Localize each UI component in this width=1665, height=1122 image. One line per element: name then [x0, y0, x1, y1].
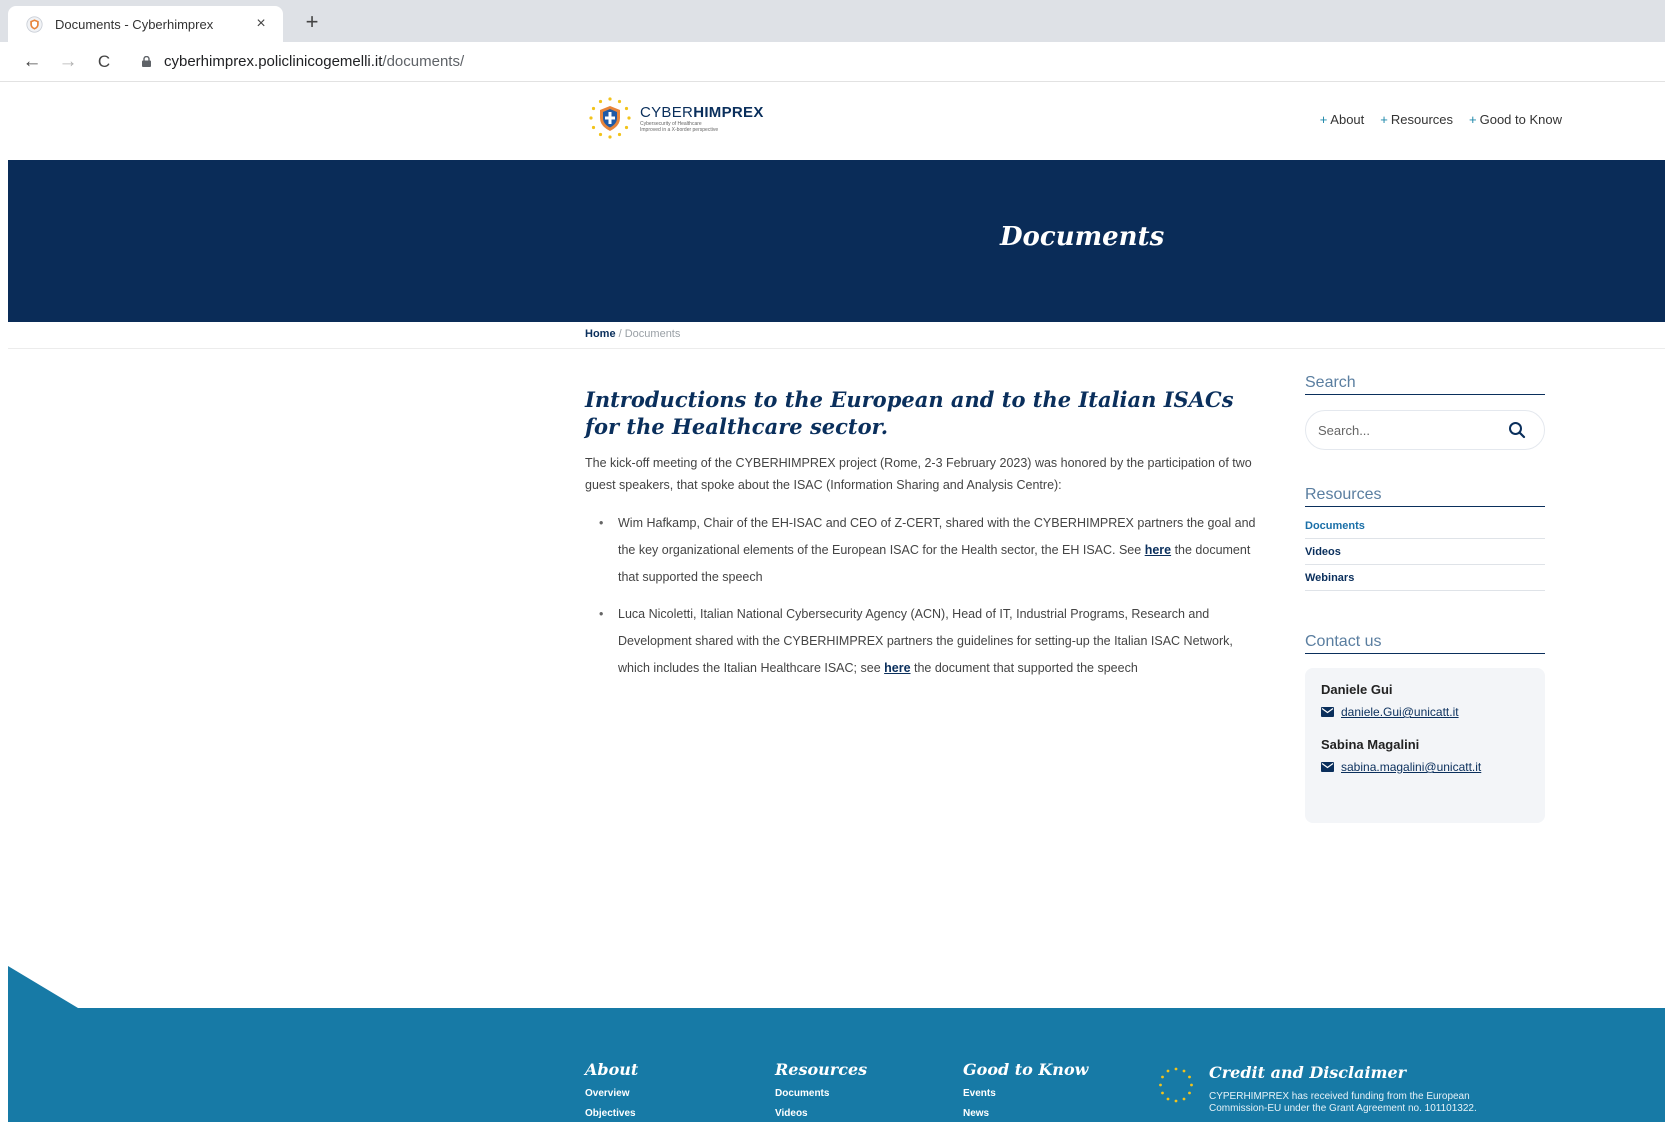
breadcrumb: Home / Documents [585, 328, 680, 340]
page-title: Documents [1000, 222, 1165, 252]
url-path: /documents/ [382, 53, 465, 70]
footer-good-to-know-title: Good to Know [963, 1060, 1089, 1079]
logo-text: CYBERHIMPREX Cybersecurity of Healthcare… [640, 104, 764, 133]
browser-tab-bar: Documents - Cyberhimprex × + [0, 0, 1665, 42]
footer-link-videos[interactable]: Videos [775, 1108, 867, 1119]
article-title: Introductions to the European and to the… [585, 387, 1234, 439]
site-header: CYBERHIMPREX Cybersecurity of Healthcare… [8, 82, 1665, 160]
nav-about[interactable]: + About [1320, 112, 1365, 127]
eu-stars-icon [1159, 1067, 1193, 1103]
forward-arrow-icon[interactable]: → [56, 50, 80, 74]
contact-name: Sabina Magalini [1321, 737, 1420, 752]
search-heading: Search [1305, 374, 1545, 395]
search-box [1305, 410, 1545, 450]
address-bar[interactable]: cyberhimprex.policlinicogemelli.it/docum… [164, 53, 464, 70]
resource-link-videos[interactable]: Videos [1305, 539, 1545, 565]
sidebar: Search Resources Documents Videos Webina… [1305, 374, 1545, 823]
contact-email-row: daniele.Gui@unicatt.it [1321, 705, 1529, 719]
envelope-icon [1321, 762, 1334, 772]
hero-banner: Documents [8, 160, 1665, 322]
search-input[interactable] [1318, 422, 1468, 438]
contact-name: Daniele Gui [1321, 682, 1393, 697]
main-content: Introductions to the European and to the… [585, 386, 1265, 692]
article-bullet-list: Wim Hafkamp, Chair of the EH-ISAC and CE… [585, 510, 1265, 682]
top-navigation: + About + Resources + Good to Know [1320, 112, 1562, 127]
url-host: cyberhimprex.policlinicogemelli.it [164, 53, 383, 70]
envelope-icon [1321, 707, 1334, 717]
list-item: Wim Hafkamp, Chair of the EH-ISAC and CE… [595, 510, 1265, 591]
footer-link-documents[interactable]: Documents [775, 1088, 867, 1099]
credit-title: Credit and Disclaimer [1209, 1063, 1407, 1082]
footer-resources-column: Resources Documents Videos [775, 1060, 867, 1119]
site-logo[interactable]: CYBERHIMPREX Cybersecurity of Healthcare… [586, 94, 764, 142]
contact-heading: Contact us [1305, 633, 1545, 654]
here-link[interactable]: here [1145, 543, 1171, 557]
nav-resources[interactable]: + Resources [1380, 112, 1453, 127]
credit-disclaimer: Credit and Disclaimer CYPERHIMPREX has r… [1209, 1063, 1529, 1115]
contact-email-link[interactable]: daniele.Gui@unicatt.it [1341, 705, 1459, 719]
close-tab-icon[interactable]: × [251, 15, 271, 33]
footer-link-news[interactable]: News [963, 1108, 1088, 1119]
breadcrumb-separator: / [615, 328, 625, 340]
new-tab-icon[interactable]: + [300, 10, 324, 34]
resources-list: Documents Videos Webinars [1305, 513, 1545, 591]
logo-name: CYBERHIMPREX [640, 103, 764, 121]
back-arrow-icon[interactable]: ← [20, 50, 44, 74]
browser-toolbar: ← → C cyberhimprex.policlinicogemelli.it… [0, 42, 1665, 82]
here-link[interactable]: here [884, 661, 910, 675]
contact-email-row: sabina.magalini@unicatt.it [1321, 760, 1529, 774]
breadcrumb-current: Documents [624, 328, 681, 340]
site-footer: About Overview Objectives Resources Docu… [8, 1008, 1665, 1122]
footer-corner-shape [8, 966, 78, 1008]
footer-about-column: About Overview Objectives [585, 1060, 638, 1119]
tab-title: Documents - Cyberhimprex [55, 16, 214, 32]
lock-icon [142, 56, 151, 67]
footer-link-objectives[interactable]: Objectives [585, 1108, 638, 1119]
nav-good-to-know[interactable]: + Good to Know [1469, 112, 1562, 127]
contact-email-link[interactable]: sabina.magalini@unicatt.it [1341, 760, 1481, 774]
resources-heading: Resources [1305, 486, 1545, 507]
credit-text: CYPERHIMPREX has received funding from t… [1209, 1091, 1477, 1114]
footer-resources-title: Resources [775, 1060, 868, 1079]
divider [8, 348, 1665, 349]
browser-tab[interactable]: Documents - Cyberhimprex × [8, 6, 283, 42]
footer-link-overview[interactable]: Overview [585, 1088, 638, 1099]
footer-link-events[interactable]: Events [963, 1088, 1088, 1099]
list-item: Luca Nicoletti, Italian National Cyberse… [595, 601, 1265, 682]
reload-icon[interactable]: C [92, 50, 116, 74]
shield-favicon-icon [26, 15, 43, 33]
contact-card: Daniele Gui daniele.Gui@unicatt.it Sabin… [1305, 668, 1545, 823]
search-icon[interactable] [1508, 421, 1526, 439]
article-intro: The kick-off meeting of the CYBERHIMPREX… [585, 456, 1252, 492]
resource-link-webinars[interactable]: Webinars [1305, 565, 1545, 591]
eu-shield-logo-icon [589, 97, 631, 139]
footer-about-title: About [585, 1060, 639, 1079]
logo-tagline: Cybersecurity of Healthcare Improved in … [640, 120, 719, 133]
resource-link-documents[interactable]: Documents [1305, 513, 1545, 539]
breadcrumb-home[interactable]: Home [585, 328, 616, 340]
footer-good-to-know-column: Good to Know Events News [963, 1060, 1088, 1119]
